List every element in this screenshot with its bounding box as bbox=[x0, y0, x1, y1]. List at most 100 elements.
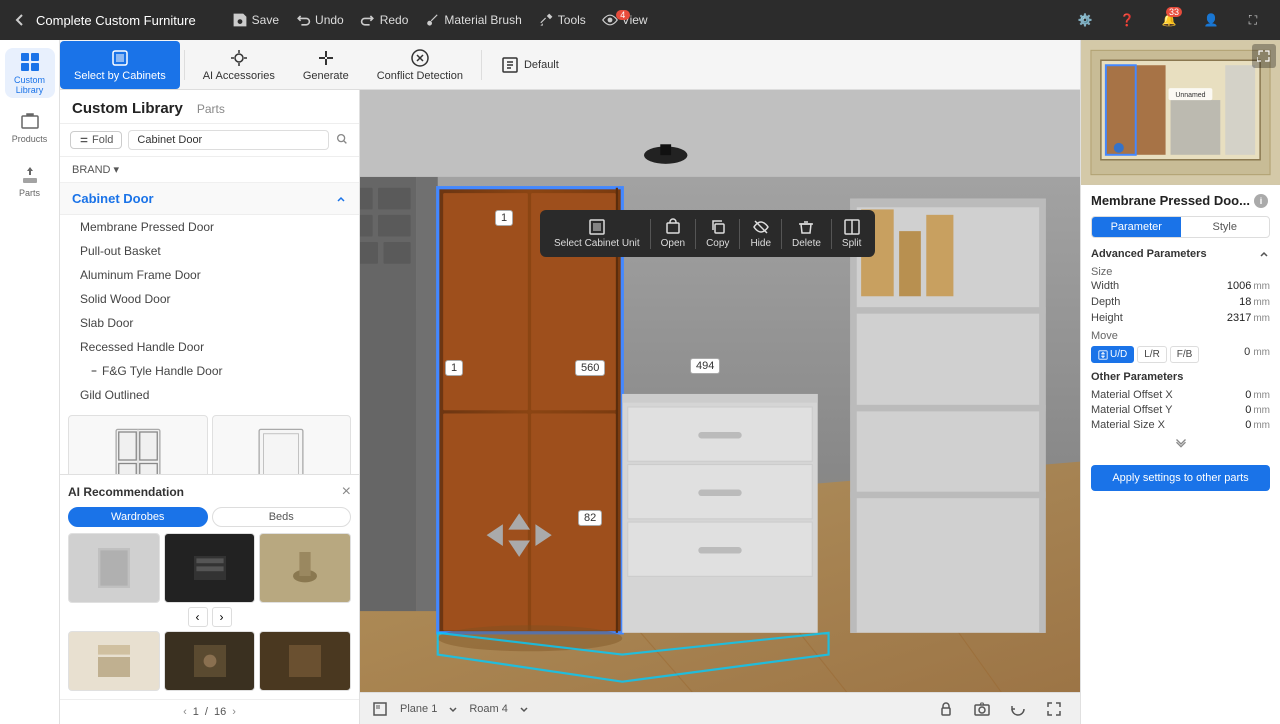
ai-item-2[interactable] bbox=[164, 533, 256, 603]
material-offset-x-row: Material Offset X 0 mm bbox=[1091, 389, 1270, 401]
page-next[interactable]: › bbox=[232, 706, 236, 718]
cat-item-slab[interactable]: Slab Door bbox=[60, 311, 359, 335]
ai-accessories-button[interactable]: AI Accessories bbox=[189, 41, 289, 89]
panel-subtitle: Parts bbox=[197, 102, 225, 116]
bottom-left: Plane 1 Roam 4 bbox=[372, 701, 528, 717]
generate-button[interactable]: Generate bbox=[289, 41, 363, 89]
dim-494: 494 bbox=[690, 358, 720, 374]
ai-item-1[interactable] bbox=[68, 533, 160, 603]
cat-item-gild[interactable]: Gild Outlined bbox=[60, 383, 359, 407]
fold-button[interactable]: Fold bbox=[70, 131, 122, 149]
move-lr[interactable]: L/R bbox=[1137, 346, 1167, 363]
brand-filter[interactable]: BRAND ▾ bbox=[60, 157, 359, 183]
ai-item-3[interactable] bbox=[259, 533, 351, 603]
cat-item-fgtype[interactable]: F&G Tyle Handle Door bbox=[60, 359, 359, 383]
ctx-open[interactable]: Open bbox=[653, 214, 693, 253]
undo-button[interactable]: Undo bbox=[295, 12, 344, 28]
fullscreen-icon[interactable] bbox=[1040, 695, 1068, 723]
ai-tabs: Wardrobes Beds bbox=[68, 507, 351, 527]
3d-scene-svg bbox=[360, 90, 1080, 724]
settings-icon[interactable]: ⚙️ bbox=[1070, 5, 1100, 35]
width-value: 1006 bbox=[1227, 280, 1251, 292]
conflict-detection-button[interactable]: Conflict Detection bbox=[363, 41, 477, 89]
view-button[interactable]: View 4 bbox=[602, 12, 648, 28]
move-value: 0 mm bbox=[1244, 346, 1270, 363]
cat-item-membrane[interactable]: Membrane Pressed Door bbox=[60, 215, 359, 239]
mat-size-x: 0 bbox=[1245, 419, 1251, 431]
lock-icon[interactable] bbox=[932, 695, 960, 723]
redo-button[interactable]: Redo bbox=[360, 12, 409, 28]
ctx-hide[interactable]: Hide bbox=[742, 214, 779, 253]
3d-viewport[interactable]: Select Cabinet Unit Open Copy Hide bbox=[360, 90, 1080, 724]
ai-item-6[interactable] bbox=[259, 631, 351, 691]
advanced-params-header[interactable]: Advanced Parameters bbox=[1091, 248, 1270, 260]
default-button[interactable]: Default bbox=[486, 41, 573, 89]
view-badge: 4 bbox=[616, 10, 630, 20]
ai-items bbox=[68, 533, 351, 603]
category-header-cabinet-door[interactable]: Cabinet Door bbox=[60, 183, 359, 215]
dim-1: 1 bbox=[495, 210, 513, 226]
back-button[interactable] bbox=[12, 12, 28, 28]
right-properties-panel: Unnamed Membrane Pressed Doo... i Parame… bbox=[1080, 40, 1280, 724]
info-icon[interactable]: i bbox=[1254, 194, 1268, 208]
app-title-area: Complete Custom Furniture bbox=[12, 12, 196, 28]
depth-value: 18 bbox=[1239, 296, 1251, 308]
panel-toolbar: Fold bbox=[60, 124, 359, 157]
cat-item-aluminum[interactable]: Aluminum Frame Door bbox=[60, 263, 359, 287]
notification-icon[interactable]: 🔔33 bbox=[1154, 5, 1184, 35]
expand-icon[interactable]: ⛶ bbox=[1238, 5, 1268, 35]
camera-icon[interactable] bbox=[968, 695, 996, 723]
cat-item-solidwood[interactable]: Solid Wood Door bbox=[60, 287, 359, 311]
other-params-header[interactable]: Other Parameters bbox=[1091, 371, 1270, 383]
ctx-delete[interactable]: Delete bbox=[784, 214, 829, 253]
dim-82: 82 bbox=[578, 510, 602, 526]
ai-panel-close[interactable]: × bbox=[342, 483, 351, 501]
rotate-icon[interactable] bbox=[1004, 695, 1032, 723]
expand-params[interactable] bbox=[1091, 435, 1270, 453]
properties-panel: Membrane Pressed Doo... i Parameter Styl… bbox=[1081, 185, 1280, 499]
property-tabs: Parameter Style bbox=[1091, 216, 1270, 238]
ctx-split[interactable]: Split bbox=[834, 214, 869, 253]
ai-item-5[interactable] bbox=[164, 631, 256, 691]
sidebar-item-custom-library[interactable]: Custom Library bbox=[5, 48, 55, 98]
minimap-expand[interactable] bbox=[1252, 44, 1276, 68]
ai-item-4[interactable] bbox=[68, 631, 160, 691]
ctx-copy[interactable]: Copy bbox=[698, 214, 737, 253]
move-label: Move bbox=[1091, 330, 1270, 342]
ai-tab-beds[interactable]: Beds bbox=[212, 507, 352, 527]
move-fb[interactable]: F/B bbox=[1170, 346, 1200, 363]
ai-tab-wardrobes[interactable]: Wardrobes bbox=[68, 507, 208, 527]
thumb-item-2[interactable] bbox=[212, 415, 352, 474]
user-icon[interactable]: 👤 bbox=[1196, 5, 1226, 35]
ctx-select-cabinet[interactable]: Select Cabinet Unit bbox=[546, 214, 648, 253]
sidebar-item-products[interactable]: Products bbox=[5, 102, 55, 152]
select-by-cabinets-button[interactable]: Select by Cabinets bbox=[60, 41, 180, 89]
floor-plan-icon[interactable] bbox=[372, 701, 388, 717]
material-brush-button[interactable]: Material Brush bbox=[424, 12, 521, 28]
ai-nav-next[interactable]: › bbox=[212, 607, 232, 627]
move-ud[interactable]: U/D bbox=[1091, 346, 1134, 363]
help-icon[interactable]: ❓ bbox=[1112, 5, 1142, 35]
ai-nav-prev[interactable]: ‹ bbox=[188, 607, 208, 627]
search-input[interactable] bbox=[128, 130, 329, 150]
roam-label: Roam 4 bbox=[469, 703, 508, 715]
page-prev[interactable]: ‹ bbox=[183, 706, 187, 718]
ai-items-row2 bbox=[68, 631, 351, 691]
mat-offset-y: 0 bbox=[1245, 404, 1251, 416]
dim-560: 560 bbox=[575, 360, 605, 376]
cat-item-recessed[interactable]: Recessed Handle Door bbox=[60, 335, 359, 359]
page-current: 1 bbox=[193, 706, 199, 718]
material-offset-y-row: Material Offset Y 0 mm bbox=[1091, 404, 1270, 416]
ai-panel-header: AI Recommendation × bbox=[68, 483, 351, 501]
search-icon[interactable] bbox=[335, 132, 349, 149]
save-button[interactable]: Save bbox=[232, 12, 279, 28]
panel-title: Custom Library bbox=[72, 100, 183, 117]
sidebar-item-parts[interactable]: Parts bbox=[5, 156, 55, 206]
thumb-item-1[interactable] bbox=[68, 415, 208, 474]
tab-style[interactable]: Style bbox=[1181, 217, 1270, 237]
depth-row: Depth 18 mm bbox=[1091, 296, 1270, 308]
apply-settings-button[interactable]: Apply settings to other parts bbox=[1091, 465, 1270, 491]
tab-parameter[interactable]: Parameter bbox=[1092, 217, 1181, 237]
cat-item-pullout[interactable]: Pull-out Basket bbox=[60, 239, 359, 263]
tools-button[interactable]: Tools bbox=[538, 12, 586, 28]
